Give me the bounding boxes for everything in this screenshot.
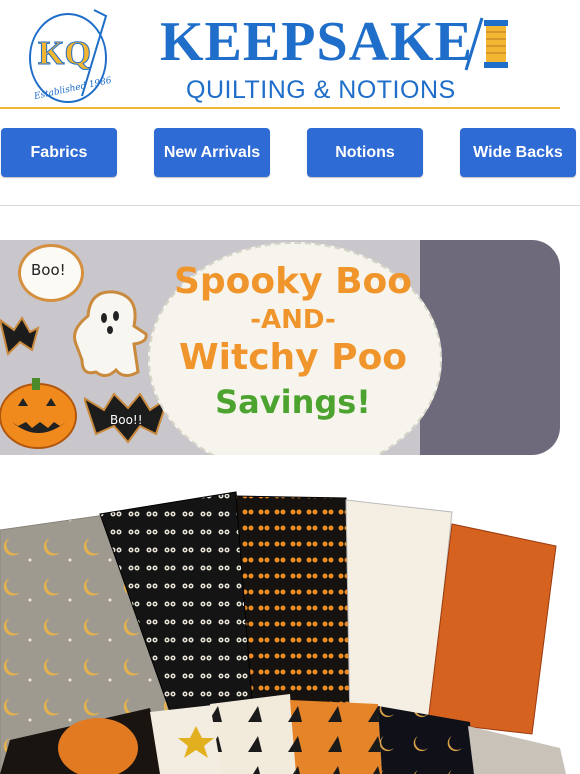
brand-wordmark[interactable]: KEEPSAKE QUILTING & NOTIONS <box>160 10 580 105</box>
nav-bar: Fabrics New Arrivals Notions Wide Backs <box>0 128 580 178</box>
ghost-cookie-image <box>73 290 148 377</box>
brand-subtitle: QUILTING & NOTIONS <box>186 76 456 104</box>
fabric-swatch-cream-witches <box>210 694 296 774</box>
brand-title: KEEPSAKE <box>160 11 473 73</box>
fabric-swatches <box>0 491 566 774</box>
nav-divider <box>0 205 580 206</box>
nav-new-arrivals-button[interactable]: New Arrivals <box>154 128 270 177</box>
fabric-swatch-grey-corner <box>468 726 566 774</box>
banner-line-3: Witchy Poo <box>178 337 408 378</box>
banner-line-4: Savings! <box>215 383 371 421</box>
logo-initials: KQ <box>38 35 91 72</box>
boo-bat-cookie-image: Boo!! <box>84 392 168 444</box>
fabric-collection-image[interactable] <box>0 490 580 774</box>
kq-logo[interactable]: KQ Established 1986 <box>24 6 114 106</box>
email-header: KQ Established 1986 KEEPSAKE QUILTING & … <box>0 0 580 112</box>
banner-headline: Spooky Boo -AND- Witchy Poo Savings! <box>168 260 418 424</box>
bat-cookie-text: Boo!! <box>110 413 143 427</box>
banner-line-1: Spooky Boo <box>173 261 412 302</box>
nav-fabrics-button[interactable]: Fabrics <box>1 128 117 177</box>
bat-cookie-image <box>0 316 40 356</box>
pumpkin-cookie-image <box>0 378 77 449</box>
header-divider <box>0 107 560 109</box>
nav-notions-button[interactable]: Notions <box>307 128 423 177</box>
nav-wide-backs-button[interactable]: Wide Backs <box>460 128 576 177</box>
cookie-text: Boo! <box>31 261 66 279</box>
thread-spool-icon <box>464 17 508 71</box>
promo-banner[interactable]: Boo! Boo!! Spooky Boo -AND- Witchy Poo S… <box>0 240 560 455</box>
fabric-swatch-orange-witches <box>290 700 382 774</box>
banner-line-2: -AND- <box>250 305 336 335</box>
